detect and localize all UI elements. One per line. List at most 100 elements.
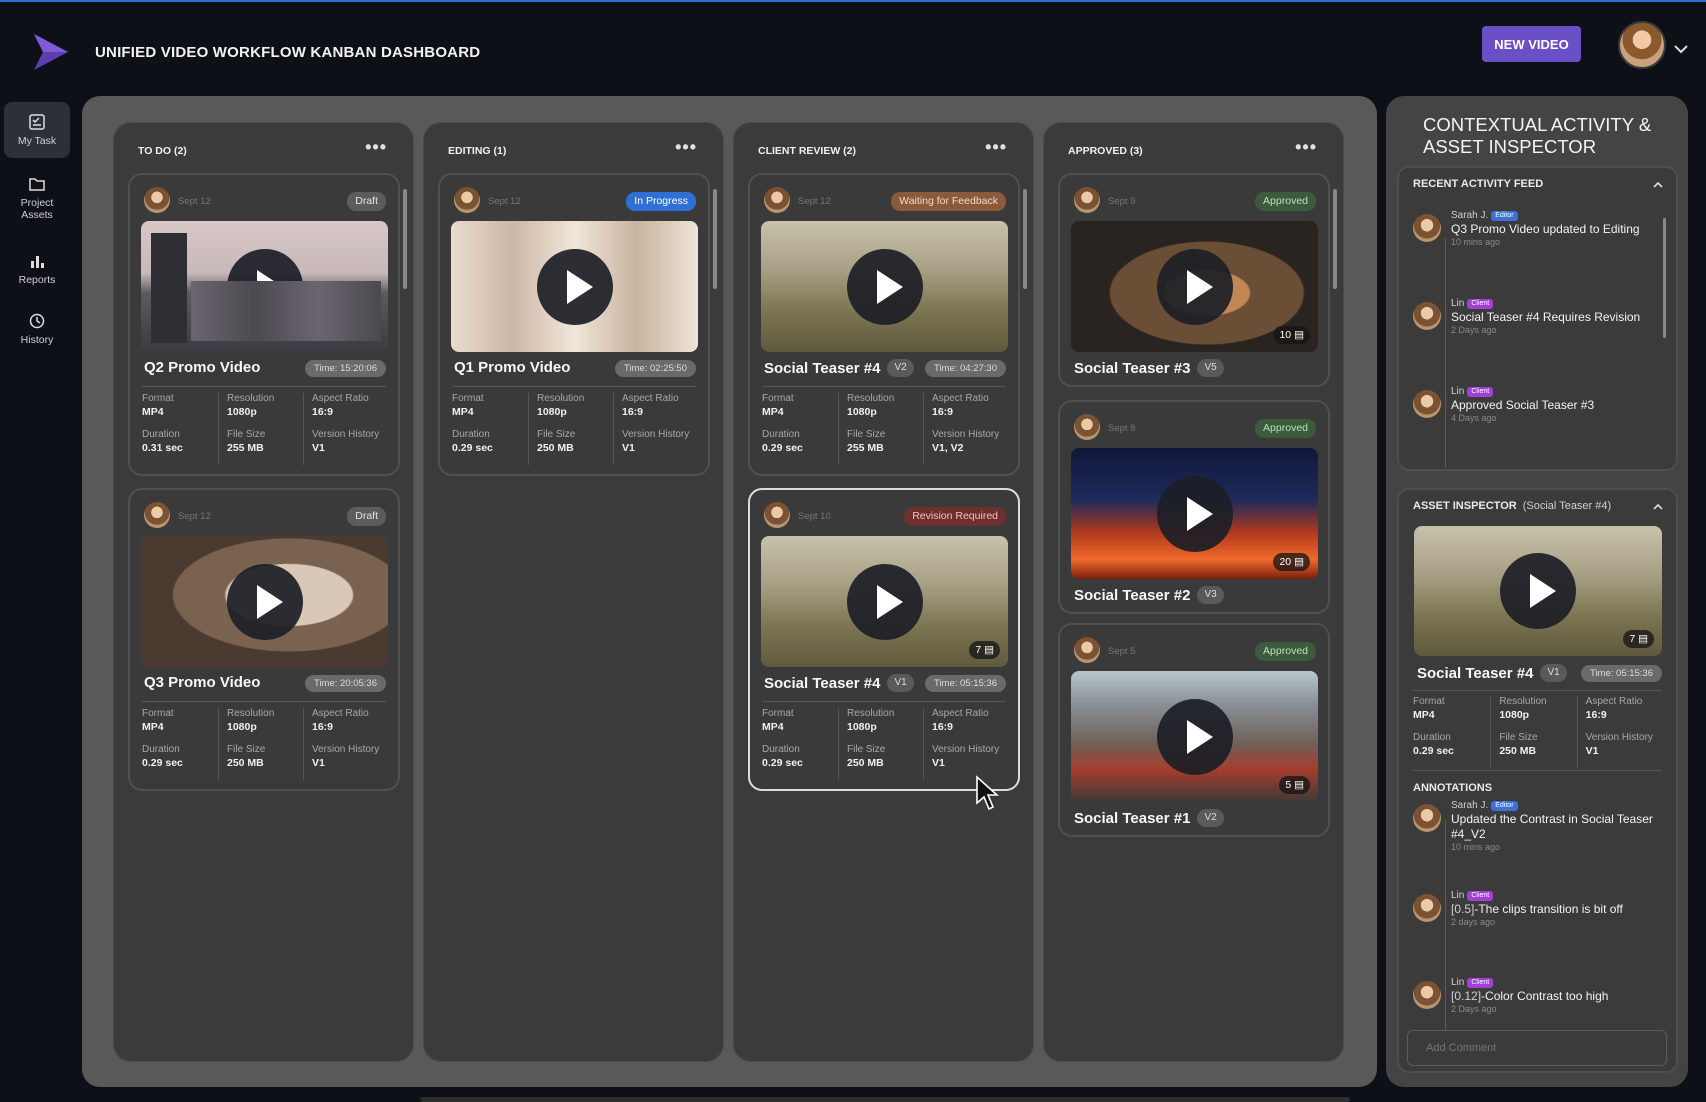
- comment-count-badge[interactable]: 10 ▤: [1273, 326, 1310, 344]
- meta-value: 255 MB: [227, 442, 264, 454]
- assignee-avatar: [764, 187, 790, 213]
- assignee-avatar: [144, 502, 170, 528]
- avatar: [1413, 390, 1441, 418]
- meta-value: V1: [932, 757, 945, 769]
- column-scrollbar[interactable]: [713, 179, 717, 299]
- play-icon[interactable]: [536, 248, 613, 325]
- user-avatar[interactable]: [1618, 21, 1666, 69]
- comment-count-badge[interactable]: 7 ▤: [1623, 630, 1654, 648]
- video-thumbnail[interactable]: 20 ▤: [1071, 448, 1318, 579]
- meta-label: Aspect Ratio: [312, 393, 369, 404]
- chevron-up-icon[interactable]: [1652, 502, 1664, 512]
- column-menu-icon[interactable]: •••: [985, 137, 1007, 158]
- status-badge: In Progress: [626, 192, 696, 211]
- video-card[interactable]: Sept 8 Approved 20 ▤ Social Teaser #2 V3: [1058, 400, 1330, 614]
- feed-scrollbar[interactable]: [1663, 218, 1666, 338]
- card-title: Social Teaser #4 V1: [764, 674, 914, 692]
- play-icon[interactable]: [226, 248, 303, 325]
- meta-label: Resolution: [847, 708, 895, 719]
- column-scrollbar[interactable]: [1333, 179, 1337, 299]
- card-title: Social Teaser #4 V2: [764, 359, 914, 377]
- video-thumbnail[interactable]: 10 ▤: [1071, 221, 1318, 352]
- card-title: Q2 Promo Video: [144, 359, 260, 376]
- column-menu-icon[interactable]: •••: [675, 137, 697, 158]
- nav-project-assets[interactable]: Project Assets: [4, 165, 70, 231]
- comment-count-badge[interactable]: 7 ▤: [969, 641, 1000, 659]
- chevron-up-icon[interactable]: [1652, 180, 1664, 190]
- add-comment-input[interactable]: [1407, 1030, 1667, 1066]
- assignee-avatar: [454, 187, 480, 213]
- comment-count-badge[interactable]: 5 ▤: [1279, 776, 1310, 794]
- video-card[interactable]: Sept 12 Draft Q3 Promo Video Time: 20:05…: [128, 488, 400, 791]
- column-scrollbar[interactable]: [403, 179, 407, 299]
- video-thumbnail[interactable]: 7 ▤: [761, 536, 1008, 667]
- video-thumbnail[interactable]: [141, 536, 388, 667]
- assignee-avatar: [1074, 414, 1100, 440]
- horizontal-scrollbar[interactable]: [420, 1097, 1350, 1102]
- comment-count: 20: [1279, 556, 1292, 568]
- nav-my-task[interactable]: My Task: [4, 102, 70, 158]
- status-badge: Draft: [347, 507, 386, 526]
- play-icon[interactable]: [1156, 475, 1233, 552]
- meta-value: MP4: [142, 721, 164, 733]
- column-todo: TO DO (2) ••• Sept 12 Draft Q2 Promo Vid…: [113, 122, 414, 1062]
- card-metadata: Format MP4 Resolution 1080p Aspect Ratio 16…: [762, 393, 1008, 465]
- column-menu-icon[interactable]: •••: [365, 137, 387, 158]
- play-icon[interactable]: [846, 248, 923, 325]
- meta-value: MP4: [762, 406, 784, 418]
- play-icon[interactable]: [1156, 248, 1233, 325]
- meta-label: File Size: [537, 429, 576, 440]
- video-card[interactable]: Sept 12 Draft Q2 Promo Video Time: 15:20…: [128, 173, 400, 476]
- meta-value: 250 MB: [1499, 745, 1537, 757]
- divider: [452, 386, 696, 387]
- new-video-button[interactable]: NEW VIDEO: [1482, 26, 1581, 62]
- play-icon[interactable]: [1500, 553, 1576, 629]
- timestamp-tag[interactable]: [0.5]: [1451, 902, 1474, 916]
- annotation-author: Sarah J.: [1451, 800, 1489, 811]
- assignee-avatar: [764, 502, 790, 528]
- video-card[interactable]: Sept 12 In Progress Q1 Promo Video Time:…: [438, 173, 710, 476]
- bar-chart-icon: [31, 256, 44, 268]
- meta-value: 16:9: [1585, 709, 1607, 721]
- annotation-text: [0.5]-The clips transition is bit off: [1451, 902, 1656, 917]
- meta-label: Format: [762, 393, 794, 404]
- nav-history[interactable]: History: [4, 301, 70, 357]
- video-card[interactable]: Sept 9 Approved 10 ▤ Social Teaser #3 V5: [1058, 173, 1330, 387]
- video-thumbnail[interactable]: [451, 221, 698, 352]
- feed-author: Lin: [1451, 386, 1465, 397]
- annotation-time: 10 mins ago: [1451, 842, 1501, 852]
- chevron-down-icon[interactable]: [1672, 42, 1690, 56]
- video-card[interactable]: Sept 5 Approved 5 ▤ Social Teaser #1 V2: [1058, 623, 1330, 837]
- column-scrollbar[interactable]: [1023, 179, 1027, 299]
- top-bar: UNIFIED VIDEO WORKFLOW KANBAN DASHBOARD …: [0, 0, 1706, 95]
- meta-label: File Size: [847, 429, 886, 440]
- role-tag: Editor: [1491, 211, 1518, 221]
- video-thumbnail[interactable]: [141, 221, 388, 352]
- timestamp-tag[interactable]: [0.12]: [1451, 989, 1481, 1003]
- card-title-text: Q2 Promo Video: [144, 359, 261, 376]
- comment-count-badge[interactable]: 20 ▤: [1273, 553, 1310, 571]
- meta-label: File Size: [847, 744, 886, 755]
- divider: [1413, 690, 1662, 691]
- column-title: EDITING (1): [448, 145, 507, 157]
- video-thumbnail[interactable]: [761, 221, 1008, 352]
- video-card[interactable]: Sept 12 Waiting for Feedback Social Teas…: [748, 173, 1020, 476]
- video-thumbnail[interactable]: 5 ▤: [1071, 671, 1318, 802]
- asset-thumbnail[interactable]: 7 ▤: [1414, 526, 1662, 656]
- meta-label: Aspect Ratio: [1585, 696, 1643, 707]
- meta-value: MP4: [762, 721, 784, 733]
- meta-value: 1080p: [847, 721, 877, 733]
- video-card-selected[interactable]: Sept 10 Revision Required 7 ▤ Social Tea…: [748, 488, 1020, 791]
- role-tag: Client: [1467, 978, 1494, 988]
- column-title: TO DO (2): [138, 145, 187, 157]
- nav-reports[interactable]: Reports: [4, 241, 70, 297]
- meta-value: 16:9: [932, 406, 954, 418]
- meta-value: 0.29 sec: [762, 757, 803, 769]
- column-menu-icon[interactable]: •••: [1295, 137, 1317, 158]
- comment-count: 5: [1285, 779, 1292, 791]
- play-icon[interactable]: [846, 563, 923, 640]
- play-triangle-logo-icon[interactable]: [30, 32, 70, 72]
- play-icon[interactable]: [226, 563, 303, 640]
- play-icon[interactable]: [1156, 698, 1233, 775]
- meta-label: Aspect Ratio: [622, 393, 679, 404]
